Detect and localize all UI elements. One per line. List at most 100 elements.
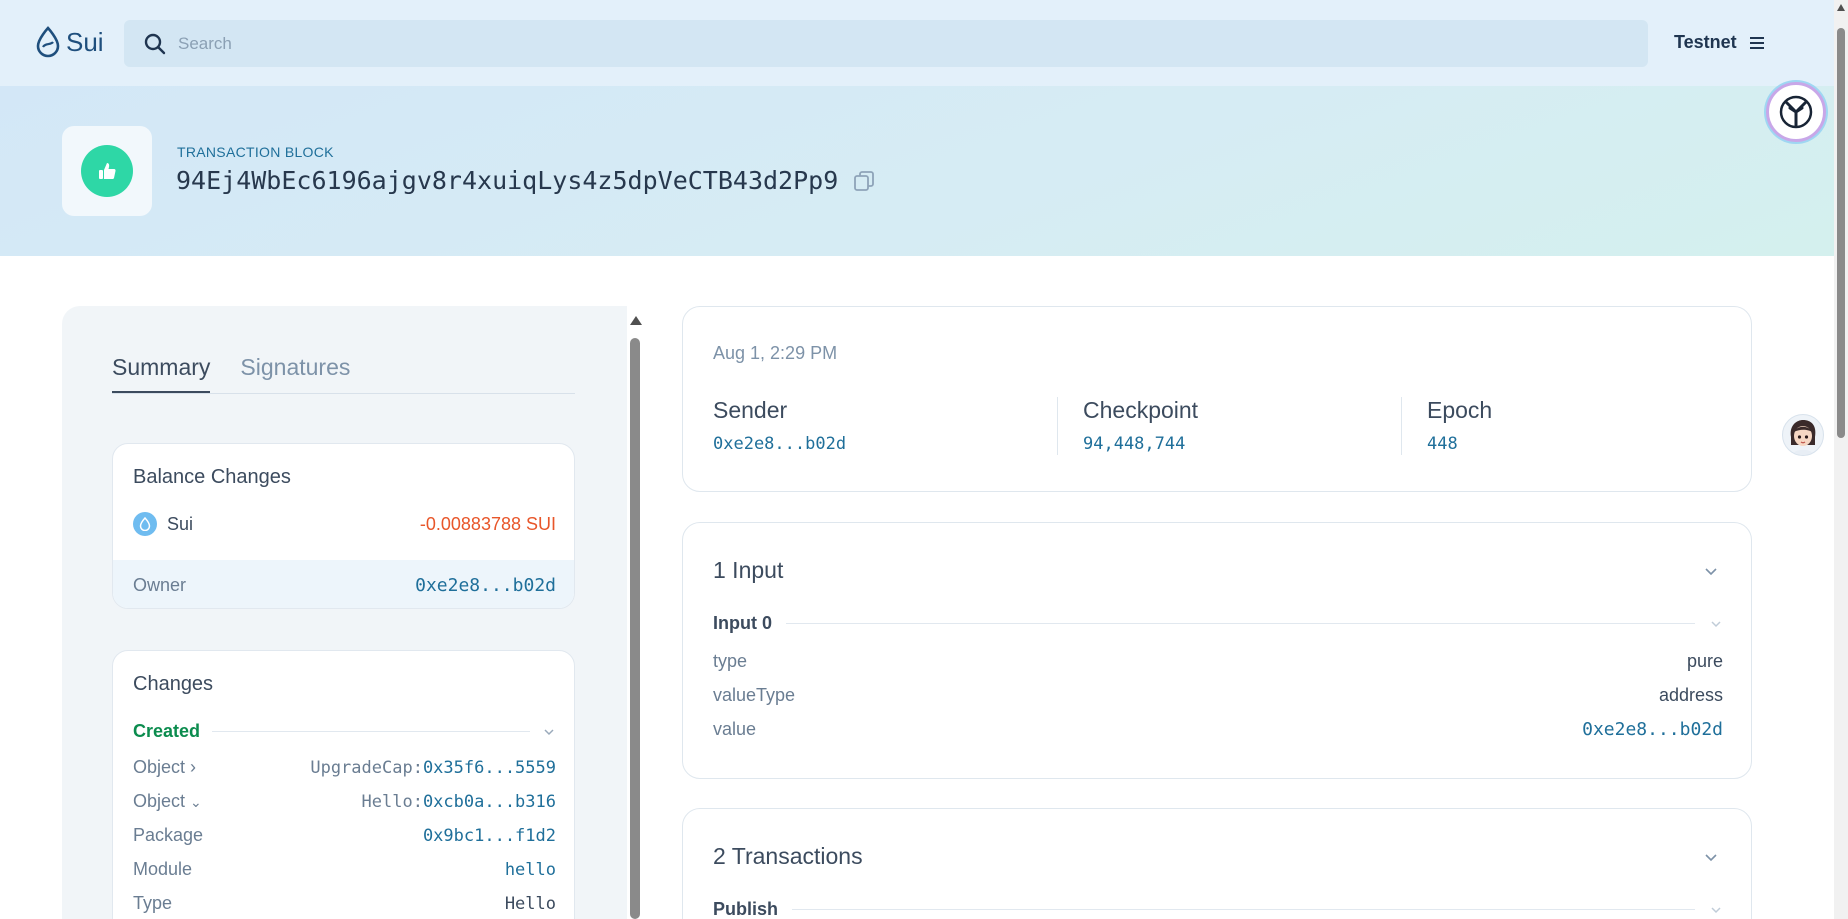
transactions-card: 2 Transactions Publish: [682, 808, 1752, 919]
object-id-link[interactable]: 0xcb0a...b316: [423, 792, 556, 812]
created-label: Created: [133, 721, 201, 741]
module-key: Module: [133, 859, 193, 879]
sui-coin-icon: [133, 512, 157, 536]
tab-summary[interactable]: Summary: [112, 354, 211, 393]
transaction-block-label: TRANSACTION BLOCK: [177, 144, 334, 160]
checkpoint-block: Checkpoint 94,448,744: [1083, 397, 1198, 454]
scroll-up-arrow-icon[interactable]: [630, 316, 642, 325]
created-section-toggle[interactable]: Created: [133, 721, 556, 742]
publish-label: Publish: [713, 899, 779, 919]
owner-label: Owner: [133, 574, 187, 595]
page-scroll-thumb[interactable]: [1837, 28, 1845, 438]
object-type-prefix: Hello:: [361, 791, 423, 812]
package-key: Package: [133, 825, 204, 845]
object-type-prefix: UpgradeCap:: [310, 757, 423, 778]
transaction-meta-card: Aug 1, 2:29 PM Sender 0xe2e8...b02d Chec…: [682, 306, 1752, 492]
chevron-down-icon: ⌄: [190, 794, 202, 810]
input-valuetype-value: address: [1658, 685, 1723, 705]
object-key: Object ›: [133, 757, 197, 777]
network-selector[interactable]: Testnet: [1674, 32, 1765, 53]
object-key: Object ⌄: [133, 791, 202, 811]
status-icon-box: [62, 126, 152, 216]
logo-text: Sui: [66, 26, 104, 57]
epoch-label: Epoch: [1427, 397, 1493, 423]
module-row: Module hello: [133, 859, 556, 880]
input-type-value: pure: [1686, 651, 1723, 671]
input-type-row: type pure: [713, 651, 1723, 672]
chevron-down-icon: [544, 728, 554, 735]
balance-changes-title: Balance Changes: [133, 466, 291, 488]
input-value-key: value: [713, 719, 757, 739]
search-bar[interactable]: [124, 20, 1648, 67]
package-row: Package 0x9bc1...f1d2: [133, 825, 556, 846]
chevron-down-icon: [1711, 906, 1721, 913]
owner-row: Owner 0xe2e8...b02d: [113, 560, 574, 608]
transactions-title: 2 Transactions: [713, 843, 863, 869]
checkpoint-label: Checkpoint: [1083, 397, 1199, 423]
summary-panel: Summary Signatures Balance Changes Sui -…: [62, 306, 627, 919]
search-icon: [144, 33, 166, 54]
sui-drop-icon: [36, 26, 60, 58]
transaction-date: Aug 1, 2:29 PM: [713, 343, 838, 363]
avatar-icon: [1790, 420, 1816, 455]
type-row: Type Hello: [133, 893, 556, 914]
summary-scroll-thumb[interactable]: [630, 338, 640, 919]
input-type-key: type: [713, 651, 748, 671]
balance-changes-card: Balance Changes Sui -0.00883788 SUI Owne…: [112, 443, 575, 609]
changes-title: Changes: [133, 673, 214, 695]
input-0-toggle[interactable]: Input 0: [713, 613, 1723, 634]
copy-icon[interactable]: [852, 169, 876, 193]
type-key: Type: [133, 893, 173, 913]
object-id-link[interactable]: 0x35f6...5559: [423, 758, 556, 778]
inputs-card: 1 Input Input 0 type pure valueType addr…: [682, 522, 1752, 779]
divider: [792, 909, 1695, 910]
search-input[interactable]: [178, 33, 1578, 54]
object-row-hello[interactable]: Object ⌄ Hello:0xcb0a...b316: [133, 791, 556, 812]
module-link[interactable]: hello: [505, 860, 556, 880]
sender-address-link[interactable]: 0xe2e8...b02d: [713, 434, 846, 454]
thumbs-up-icon: [81, 145, 133, 197]
chevron-right-icon: ›: [190, 757, 197, 777]
epoch-link[interactable]: 448: [1427, 434, 1492, 454]
owner-address-link[interactable]: 0xe2e8...b02d: [415, 575, 556, 596]
sender-label: Sender: [713, 397, 788, 423]
divider: [1401, 397, 1402, 455]
checkpoint-link[interactable]: 94,448,744: [1083, 434, 1198, 454]
changes-card: Changes Created Object › UpgradeCap:0x35…: [112, 650, 575, 919]
avatar[interactable]: [1782, 414, 1824, 456]
menu-icon: [1749, 36, 1764, 49]
assistant-logo-button[interactable]: [1766, 82, 1826, 142]
input-0-label: Input 0: [713, 613, 772, 633]
type-value: Hello: [504, 893, 556, 914]
summary-tabs: Summary Signatures: [112, 354, 575, 394]
assistant-logo-icon: [1779, 95, 1813, 129]
input-valuetype-row: valueType address: [713, 685, 1723, 706]
chevron-down-icon[interactable]: [1703, 563, 1719, 579]
tab-signatures[interactable]: Signatures: [240, 354, 350, 393]
input-value-link[interactable]: 0xe2e8...b02d: [1582, 719, 1723, 740]
epoch-block: Epoch 448: [1427, 397, 1492, 454]
inputs-title: 1 Input: [713, 557, 784, 583]
transaction-digest: 94Ej4WbEc6196ajgv8r4xuiqLys4z5dpVeCTB43d…: [176, 166, 876, 195]
summary-panel-scrollbar[interactable]: [627, 310, 643, 919]
chevron-down-icon[interactable]: [1703, 849, 1719, 865]
object-row-upgradecap[interactable]: Object › UpgradeCap:0x35f6...5559: [133, 757, 556, 778]
sui-logo[interactable]: Sui: [34, 26, 104, 58]
input-valuetype-key: valueType: [713, 685, 796, 705]
package-id-link[interactable]: 0x9bc1...f1d2: [423, 826, 556, 846]
top-navigation-bar: Sui Testnet: [0, 0, 1834, 86]
sender-block: Sender 0xe2e8...b02d: [713, 397, 846, 454]
balance-row: Sui -0.00883788 SUI: [133, 512, 556, 536]
publish-toggle[interactable]: Publish: [713, 899, 1723, 919]
chevron-down-icon: [1711, 620, 1721, 627]
divider: [1057, 397, 1058, 455]
input-value-row: value 0xe2e8...b02d: [713, 719, 1723, 740]
transaction-header: TRANSACTION BLOCK 94Ej4WbEc6196ajgv8r4xu…: [0, 86, 1834, 256]
network-label: Testnet: [1674, 32, 1737, 52]
page-scrollbar[interactable]: [1834, 0, 1848, 919]
balance-amount: -0.00883788 SUI: [419, 513, 556, 534]
digest-text: 94Ej4WbEc6196ajgv8r4xuiqLys4z5dpVeCTB43d…: [176, 166, 839, 195]
scroll-up-arrow-icon[interactable]: [1837, 4, 1845, 11]
coin-name: Sui: [167, 513, 194, 534]
coin-label: Sui: [133, 512, 193, 536]
